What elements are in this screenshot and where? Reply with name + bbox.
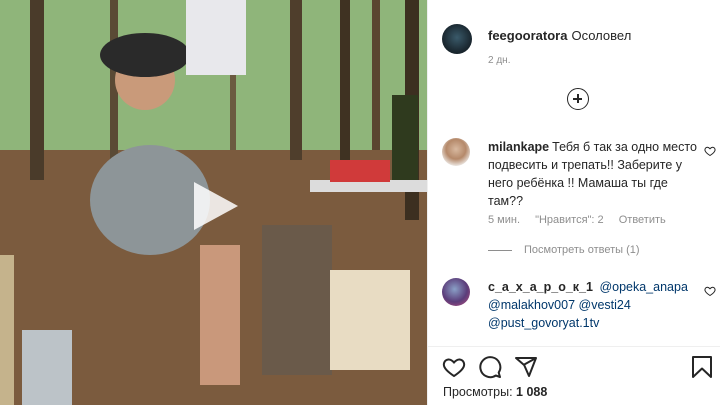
comment-time: 5 мин. xyxy=(488,214,521,226)
play-icon[interactable] xyxy=(186,178,242,234)
view-replies-label[interactable]: Посмотреть ответы (1) xyxy=(524,244,640,256)
heart-icon[interactable] xyxy=(704,285,716,297)
commenter-avatar[interactable] xyxy=(442,278,470,306)
post-media[interactable] xyxy=(0,0,427,405)
views-label: Просмотры: xyxy=(443,385,513,399)
author-username[interactable]: feegooratora xyxy=(488,28,567,43)
commenter-avatar[interactable] xyxy=(442,138,470,166)
comments-fade xyxy=(428,334,720,346)
comment-likes[interactable]: "Нравится": 2 xyxy=(535,214,604,226)
bookmark-icon[interactable] xyxy=(691,355,713,379)
post-time[interactable]: 2 дн. xyxy=(488,55,510,66)
paper-plane-icon[interactable] xyxy=(514,355,538,379)
heart-icon[interactable] xyxy=(442,355,466,379)
author-line: feegooratora Осоловел xyxy=(488,28,631,43)
mention-link[interactable]: @malakhov007 xyxy=(488,298,575,312)
heart-icon[interactable] xyxy=(704,145,716,157)
post-sidebar: feegooratora Осоловел 2 дн. milankape Тебя… xyxy=(427,0,720,406)
comment-body: с_а_х_а_р_о_к_1 @opeka_anapa @malakhov00… xyxy=(488,278,698,332)
mention-link[interactable]: @vesti24 xyxy=(579,298,631,312)
action-bar: Просмотры: 1 088 xyxy=(428,346,720,406)
views-number: 1 088 xyxy=(516,385,548,399)
commenter-username[interactable]: с_а_х_а_р_о_к_1 xyxy=(488,280,593,294)
mention-link[interactable]: @opeka_anapa xyxy=(599,280,687,294)
view-replies-button[interactable]: Посмотреть ответы (1) xyxy=(488,244,640,256)
comment-icon[interactable] xyxy=(478,355,502,379)
reply-button[interactable]: Ответить xyxy=(619,214,666,226)
post-caption: Осоловел xyxy=(571,28,632,43)
comment-meta: 5 мин. "Нравится": 2 Ответить xyxy=(488,214,678,226)
post-header: feegooratora Осоловел 2 дн. xyxy=(428,0,720,110)
avatar[interactable] xyxy=(442,24,472,54)
replies-divider xyxy=(488,249,512,251)
comment-body: milankape Тебя б так за одно место подвес… xyxy=(488,138,698,210)
commenter-username[interactable]: milankape xyxy=(488,140,549,154)
mention-link[interactable]: @pust_govoryat.1tv xyxy=(488,316,599,330)
views-count: Просмотры: 1 088 xyxy=(443,385,547,399)
plus-circle-icon[interactable] xyxy=(567,88,589,110)
